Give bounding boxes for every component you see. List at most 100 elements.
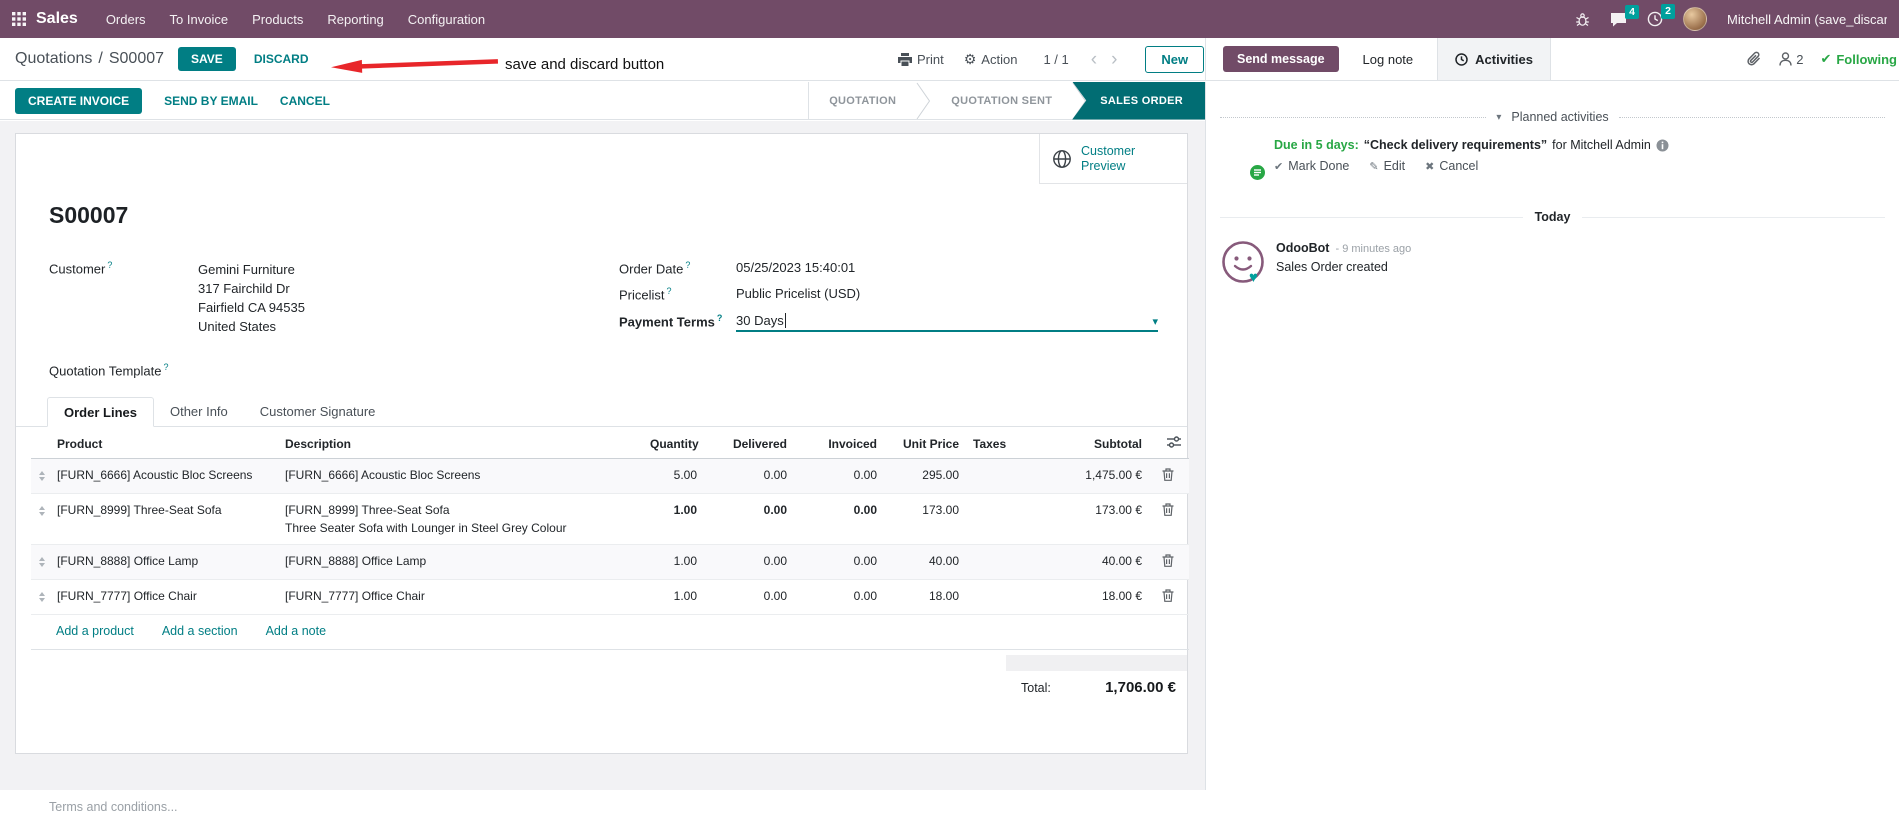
cell-product[interactable]: [FURN_6666] Acoustic Bloc Screens [53, 458, 281, 494]
add-note-link[interactable]: Add a note [266, 624, 326, 638]
send-by-email-button[interactable]: SEND BY EMAIL [164, 94, 258, 108]
pager-next-icon[interactable]: › [1109, 50, 1119, 69]
messages-icon[interactable]: 4 [1610, 4, 1639, 27]
cell-quantity[interactable]: 1.00 [646, 579, 701, 615]
cell-product[interactable]: [FURN_8999] Three-Seat Sofa [53, 493, 281, 545]
cell-description[interactable]: [FURN_6666] Acoustic Bloc Screens [281, 458, 646, 494]
cell-invoiced[interactable]: 0.00 [791, 458, 881, 494]
terms-and-conditions-input[interactable]: Terms and conditions... [49, 800, 178, 814]
followers-button[interactable]: 2 [1779, 52, 1803, 67]
step-sales-order[interactable]: SALES ORDER [1072, 81, 1205, 120]
col-delivered[interactable]: Delivered [701, 428, 791, 459]
cell-product[interactable]: [FURN_7777] Office Chair [53, 579, 281, 615]
cell-description[interactable]: [FURN_7777] Office Chair [281, 579, 646, 615]
tab-customer-signature[interactable]: Customer Signature [244, 397, 392, 426]
col-subtotal[interactable]: Subtotal [1035, 428, 1146, 459]
print-button[interactable]: Print [898, 52, 944, 67]
tab-other-info[interactable]: Other Info [154, 397, 244, 426]
cell-taxes[interactable] [963, 544, 1035, 580]
nav-item-configuration[interactable]: Configuration [396, 0, 497, 38]
cell-quantity[interactable]: 1.00 [646, 493, 701, 545]
col-product[interactable]: Product [53, 428, 281, 459]
col-quantity[interactable]: Quantity [646, 428, 701, 459]
pager-prev-icon[interactable]: ‹ [1089, 50, 1099, 69]
drag-handle-icon[interactable] [35, 503, 49, 516]
cell-invoiced[interactable]: 0.00 [791, 544, 881, 580]
drag-handle-icon[interactable] [35, 589, 49, 602]
log-note-button[interactable]: Log note [1363, 52, 1414, 67]
cell-unit-price[interactable]: 18.00 [881, 579, 963, 615]
dropdown-caret-icon[interactable]: ▾ [1152, 315, 1158, 328]
cancel-activity-button[interactable]: ✖ Cancel [1425, 159, 1478, 173]
quotation-template-row[interactable]: Quotation Template? [49, 362, 569, 378]
customer-link[interactable]: Gemini Furniture [198, 260, 305, 279]
optional-columns-icon[interactable] [1167, 436, 1181, 448]
delete-line-icon[interactable] [1162, 589, 1174, 602]
payment-terms-input[interactable]: 30 Days ▾ [736, 312, 1158, 332]
cell-delivered[interactable]: 0.00 [701, 493, 791, 545]
app-name[interactable]: Sales [36, 10, 78, 28]
cell-invoiced[interactable]: 0.00 [791, 579, 881, 615]
activities-clock-icon[interactable]: 2 [1647, 4, 1675, 27]
delete-line-icon[interactable] [1162, 503, 1174, 516]
cell-delivered[interactable]: 0.00 [701, 458, 791, 494]
following-button[interactable]: ✔ Following [1820, 51, 1897, 67]
col-taxes[interactable]: Taxes [963, 428, 1035, 459]
order-date-value[interactable]: 05/25/2023 15:40:01 [736, 260, 855, 276]
pricelist-value[interactable]: Public Pricelist (USD) [736, 286, 860, 302]
debug-bug-icon[interactable] [1575, 12, 1590, 27]
cell-description[interactable]: [FURN_8999] Three-Seat Sofa Three Seater … [281, 493, 646, 545]
edit-activity-button[interactable]: ✎ Edit [1369, 159, 1405, 173]
action-button[interactable]: ⚙ Action [964, 51, 1018, 68]
schedule-activity-button[interactable]: Activities [1437, 38, 1551, 80]
drag-handle-icon[interactable] [35, 554, 49, 567]
planned-activities-header[interactable]: ▾ Planned activities [1206, 110, 1899, 124]
cell-delivered[interactable]: 0.00 [701, 544, 791, 580]
cell-taxes[interactable] [963, 493, 1035, 545]
cell-unit-price[interactable]: 295.00 [881, 458, 963, 494]
cell-product[interactable]: [FURN_8888] Office Lamp [53, 544, 281, 580]
cell-description[interactable]: [FURN_8888] Office Lamp [281, 544, 646, 580]
message-author[interactable]: OdooBot [1276, 241, 1329, 255]
nav-item-products[interactable]: Products [240, 0, 315, 38]
apps-grid-icon[interactable] [12, 12, 26, 26]
cell-taxes[interactable] [963, 579, 1035, 615]
add-section-link[interactable]: Add a section [162, 624, 238, 638]
cell-unit-price[interactable]: 173.00 [881, 493, 963, 545]
new-button[interactable]: New [1145, 45, 1205, 73]
col-unit-price[interactable]: Unit Price [881, 428, 963, 459]
col-description[interactable]: Description [281, 428, 646, 459]
drag-handle-icon[interactable] [35, 468, 49, 481]
cell-quantity[interactable]: 1.00 [646, 544, 701, 580]
nav-item-reporting[interactable]: Reporting [315, 0, 395, 38]
customer-address-3: United States [198, 319, 277, 334]
create-invoice-button[interactable]: CREATE INVOICE [15, 87, 143, 114]
attachment-paperclip-icon[interactable] [1747, 51, 1762, 67]
mark-done-button[interactable]: ✔ Mark Done [1274, 159, 1349, 173]
cancel-button[interactable]: CANCEL [280, 94, 330, 108]
discard-button[interactable]: DISCARD [254, 52, 309, 66]
delete-line-icon[interactable] [1162, 468, 1174, 481]
col-invoiced[interactable]: Invoiced [791, 428, 881, 459]
step-quotation[interactable]: QUOTATION [809, 82, 916, 120]
step-quotation-sent[interactable]: QUOTATION SENT [931, 82, 1072, 120]
pager-indicator[interactable]: 1 / 1 [1043, 52, 1068, 67]
save-button[interactable]: SAVE [178, 47, 236, 71]
customer-preview-button[interactable]: Customer Preview [1039, 134, 1187, 184]
order-lines-table: Product Description Quantity Delivered I… [31, 428, 1189, 650]
breadcrumb-quotations[interactable]: Quotations [15, 50, 92, 68]
info-icon[interactable] [1656, 139, 1669, 152]
delete-line-icon[interactable] [1162, 554, 1174, 567]
user-avatar[interactable] [1683, 7, 1707, 31]
cell-delivered[interactable]: 0.00 [701, 579, 791, 615]
cell-unit-price[interactable]: 40.00 [881, 544, 963, 580]
cell-taxes[interactable] [963, 458, 1035, 494]
nav-item-orders[interactable]: Orders [94, 0, 158, 38]
send-message-button[interactable]: Send message [1223, 46, 1339, 72]
cell-quantity[interactable]: 5.00 [646, 458, 701, 494]
cell-invoiced[interactable]: 0.00 [791, 493, 881, 545]
tab-order-lines[interactable]: Order Lines [47, 397, 154, 427]
user-menu[interactable]: Mitchell Admin (save_discar [1727, 12, 1887, 27]
nav-item-to-invoice[interactable]: To Invoice [158, 0, 241, 38]
add-product-link[interactable]: Add a product [56, 624, 134, 638]
